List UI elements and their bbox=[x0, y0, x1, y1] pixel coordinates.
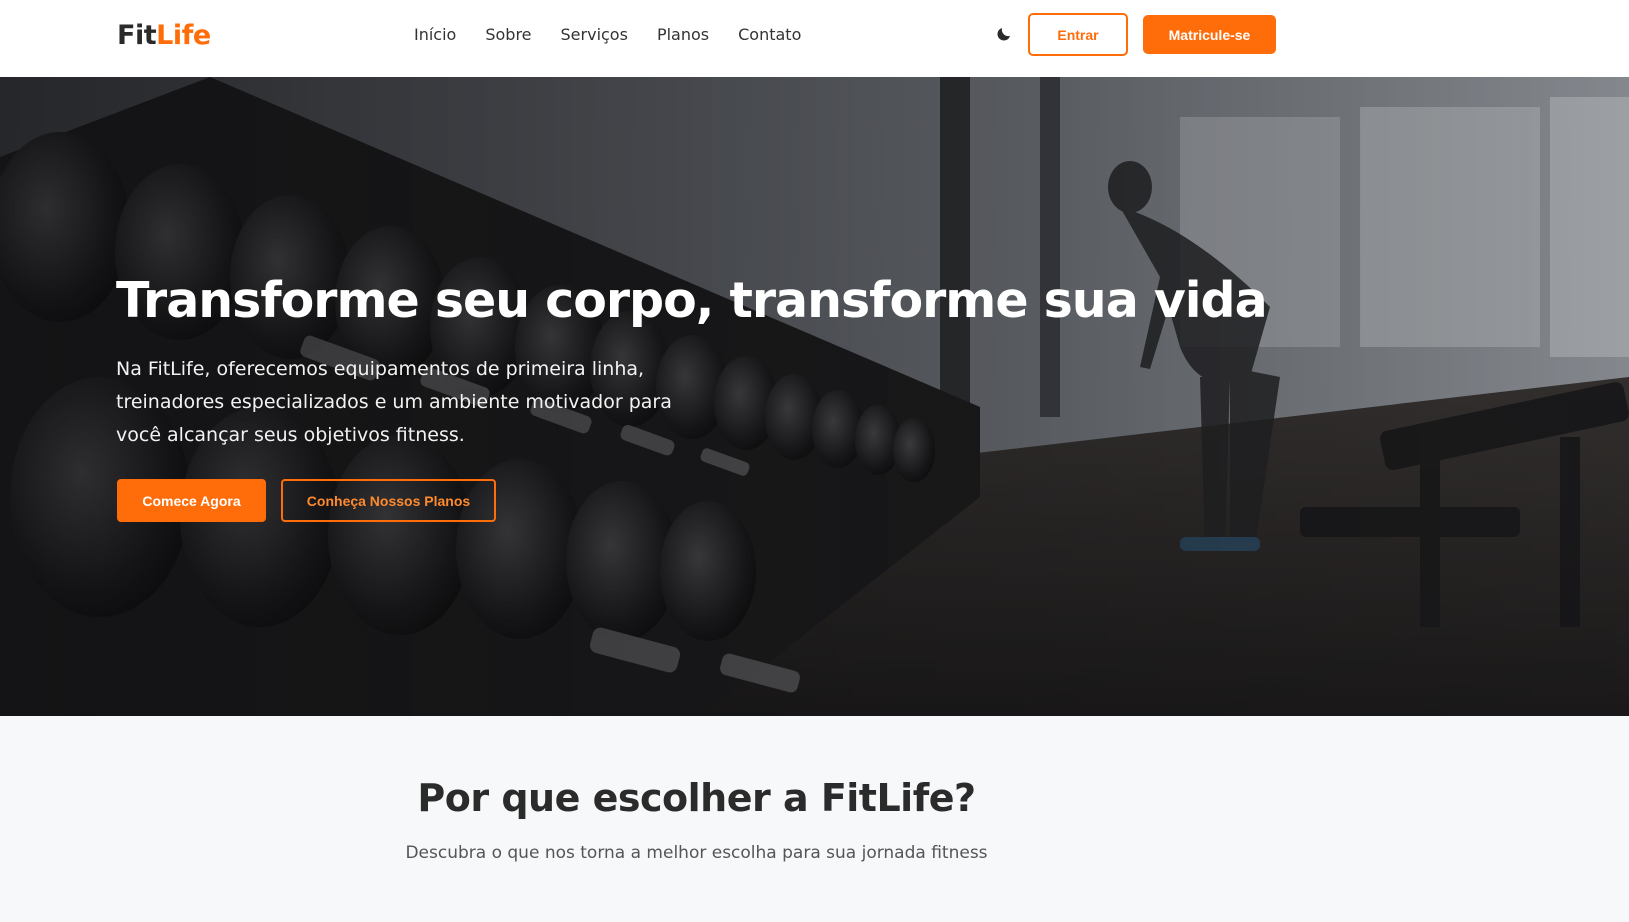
nav-link-inicio[interactable]: Início bbox=[414, 24, 456, 46]
why-title: Por que escolher a FitLife? bbox=[417, 776, 976, 820]
login-button[interactable]: Entrar bbox=[1028, 13, 1128, 56]
why-section: Por que escolher a FitLife? Descubra o q… bbox=[0, 716, 1629, 922]
hero-description: Na FitLife, oferecemos equipamentos de p… bbox=[116, 358, 672, 446]
logo-fit-text: Fit bbox=[117, 20, 157, 51]
theme-toggle-button[interactable] bbox=[992, 22, 1016, 46]
navbar: FitLife Início Sobre Serviços Planos Con… bbox=[0, 0, 1629, 77]
moon-icon bbox=[997, 28, 1010, 41]
nav-link-servicos[interactable]: Serviços bbox=[561, 24, 628, 46]
get-started-button[interactable]: Comece Agora bbox=[117, 479, 266, 522]
nav-link-planos[interactable]: Planos bbox=[657, 24, 709, 46]
view-plans-button[interactable]: Conheça Nossos Planos bbox=[281, 479, 496, 522]
why-subtitle: Descubra o que nos torna a melhor escolh… bbox=[405, 843, 988, 863]
logo-life-text: Life bbox=[156, 20, 211, 51]
signup-button[interactable]: Matricule-se bbox=[1143, 15, 1276, 54]
hero-section: Transforme seu corpo, transforme sua vid… bbox=[0, 77, 1629, 716]
nav-link-contato[interactable]: Contato bbox=[738, 24, 801, 46]
nav-link-sobre[interactable]: Sobre bbox=[485, 24, 531, 46]
main-nav: Início Sobre Serviços Planos Contato bbox=[414, 24, 830, 46]
hero-title: Transforme seu corpo, transforme sua vid… bbox=[116, 272, 1268, 329]
logo[interactable]: FitLife bbox=[117, 19, 211, 53]
